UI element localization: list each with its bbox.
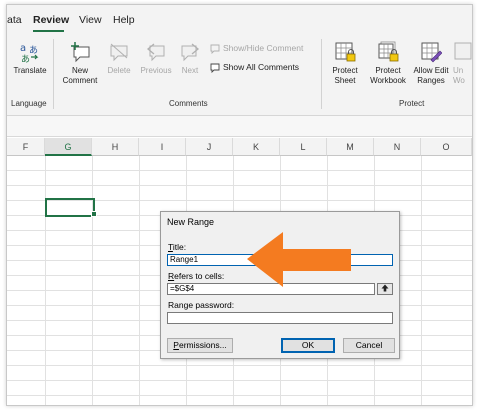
column-header-m[interactable]: M [327,138,374,156]
allow-edit-ranges-label-2: Ranges [417,76,445,85]
protect-sheet-button[interactable]: Protect Sheet [327,41,363,86]
tab-help[interactable]: Help [113,14,135,26]
show-all-comments-icon [210,63,220,73]
unshare-workbook-icon [454,42,472,60]
protect-workbook-button[interactable]: Protect Workbook [365,41,411,86]
column-header-o[interactable]: O [421,138,472,156]
translate-label: Translate [13,66,47,75]
translate-button[interactable]: a あ あ Translate [9,41,51,76]
next-comment-icon [181,43,200,62]
title-field-label: Title: [168,242,186,252]
svg-text:あ: あ [29,45,38,56]
tab-view[interactable]: View [79,14,102,26]
allow-edit-ranges-icon [421,42,442,63]
svg-text:あ: あ [21,54,30,63]
column-header-n[interactable]: N [374,138,421,156]
new-comment-label-1: New [71,66,88,75]
comments-group-label: Comments [169,99,208,108]
show-hide-comment-label: Show/Hide Comment [223,43,304,53]
delete-comment-icon [110,43,128,62]
dialog-title: New Range [167,217,215,227]
refers-label-text: efers to cells: [174,271,225,281]
title-label-text: itle: [172,242,187,252]
tab-review[interactable]: Review [33,14,69,26]
cancel-button[interactable]: Cancel [343,338,395,353]
collapse-dialog-button[interactable] [377,283,393,295]
fill-handle[interactable] [91,211,97,217]
next-comment-label: Next [181,66,199,75]
previous-comment-label: Previous [140,66,172,75]
refers-to-label: Refers to cells: [168,271,224,281]
ribbon: a あ あ Translate Language New Comment Del… [7,33,472,116]
column-header-l[interactable]: L [280,138,327,156]
ribbon-tab-bar: ata Review View Help [7,5,472,33]
range-password-input[interactable] [167,312,393,324]
permissions-button[interactable]: Permissions... [167,338,233,353]
new-comment-label-2: Comment [62,76,98,85]
formula-bar-area [7,116,472,137]
allow-edit-ranges-label-1: Allow Edit [413,66,449,75]
show-all-comments-button[interactable]: Show All Comments [210,62,299,73]
language-group-label: Language [11,99,47,108]
new-comment-button[interactable]: New Comment [59,41,101,86]
column-header-k[interactable]: K [233,138,280,156]
group-divider [321,39,322,109]
annotation-arrow-icon [247,232,351,287]
previous-comment-button[interactable]: Previous [137,41,175,76]
svg-text:a: a [20,43,26,54]
excel-window: ata Review View Help a あ あ Translate Lan… [6,4,473,406]
protect-sheet-label-1: Protect [332,66,358,75]
protect-sheet-label-2: Sheet [334,76,356,85]
column-header-j[interactable]: J [186,138,233,156]
delete-comment-label: Delete [107,66,131,75]
protect-sheet-icon [335,42,356,62]
next-comment-button[interactable]: Next [177,41,203,76]
selected-cell-g4[interactable] [45,198,95,217]
range-password-label: Range password: [168,300,235,310]
delete-comment-button[interactable]: Delete [103,41,135,76]
show-hide-comment-icon [210,44,220,54]
ok-button[interactable]: OK [281,338,335,353]
protect-workbook-icon [378,41,399,62]
unshare-workbook-label-2: Wo [453,76,465,85]
allow-edit-ranges-button[interactable]: Allow Edit Ranges [411,41,451,86]
unshare-workbook-button[interactable]: Un Wo [453,41,472,86]
active-tab-indicator [33,30,64,32]
arrow-up-icon [381,284,389,292]
unshare-workbook-label-1: Un [453,66,464,75]
protect-workbook-label-1: Protect [375,66,401,75]
column-header-g[interactable]: G [45,138,92,156]
previous-comment-icon [146,43,165,62]
translate-icon: a あ あ [20,43,39,63]
column-header-f[interactable]: F [7,138,45,156]
column-header-i[interactable]: I [139,138,186,156]
new-comment-icon [71,42,90,63]
permissions-label: ermissions... [178,340,227,350]
protect-workbook-label-2: Workbook [370,76,406,85]
column-header-h[interactable]: H [92,138,139,156]
tab-data[interactable]: ata [7,14,22,26]
show-all-comments-label: Show All Comments [223,62,300,72]
show-hide-comment-button[interactable]: Show/Hide Comment [210,43,303,54]
group-divider [53,39,54,109]
protect-group-label: Protect [399,99,425,108]
